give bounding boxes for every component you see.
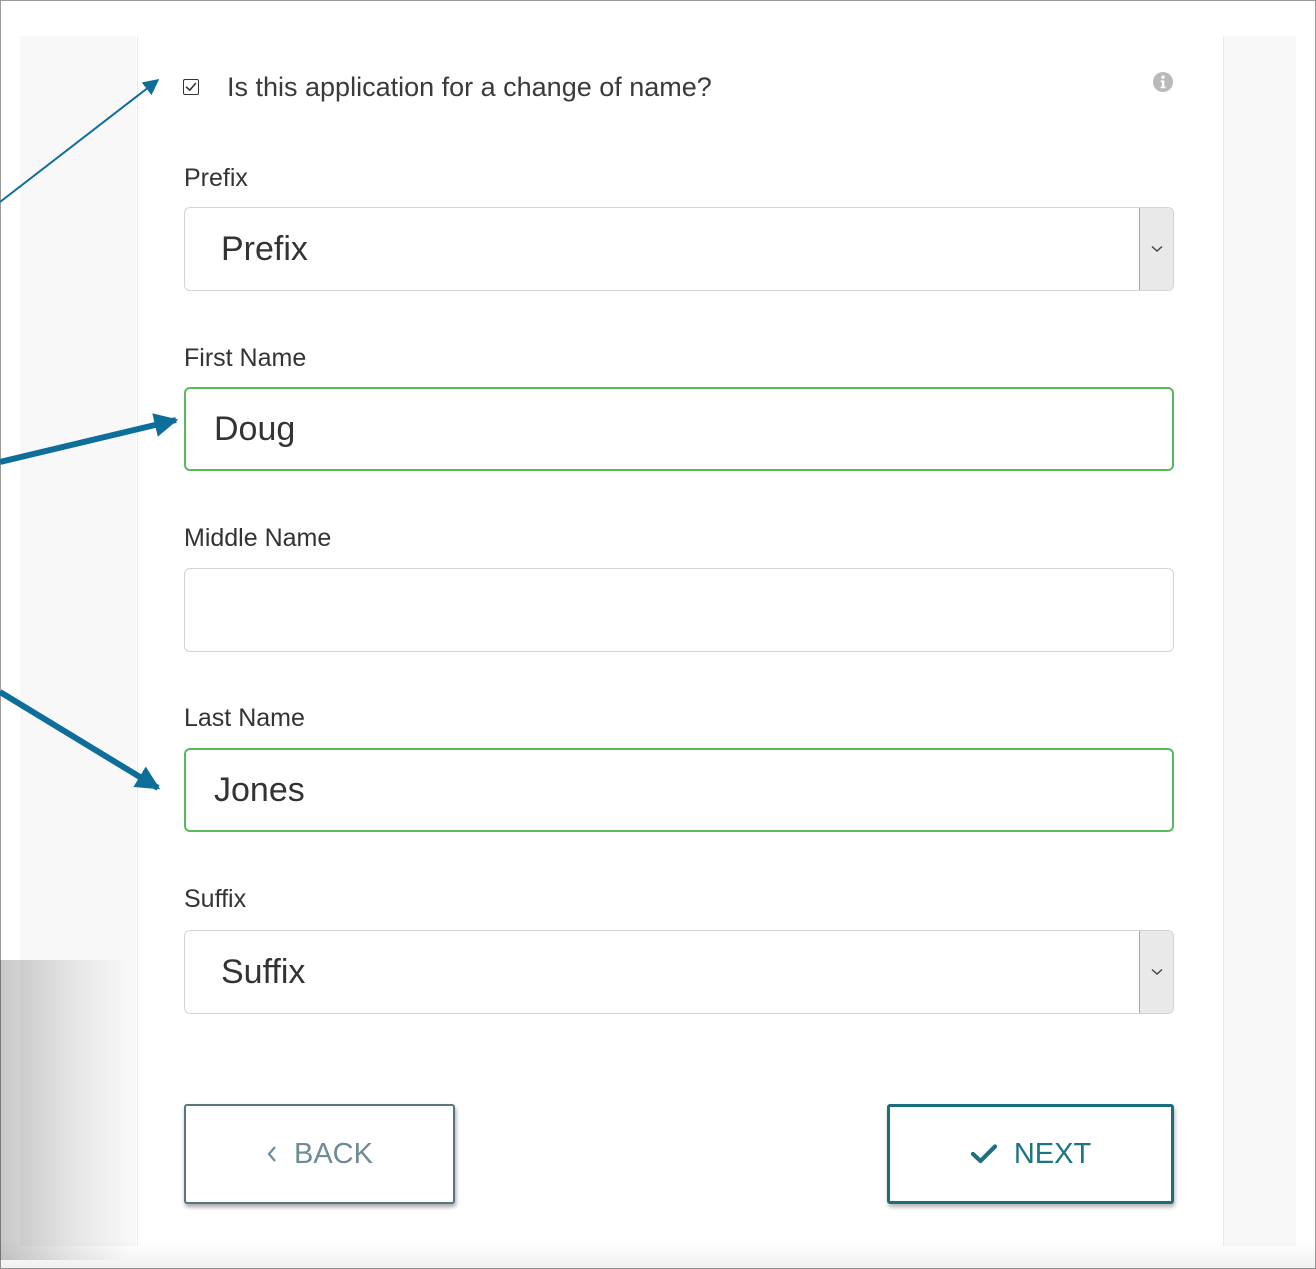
annotation-arrows — [0, 79, 179, 791]
annotation-arrow-checkbox — [0, 79, 160, 203]
annotation-arrow-first-name — [0, 413, 179, 465]
annotation-arrow-last-name — [0, 689, 161, 791]
